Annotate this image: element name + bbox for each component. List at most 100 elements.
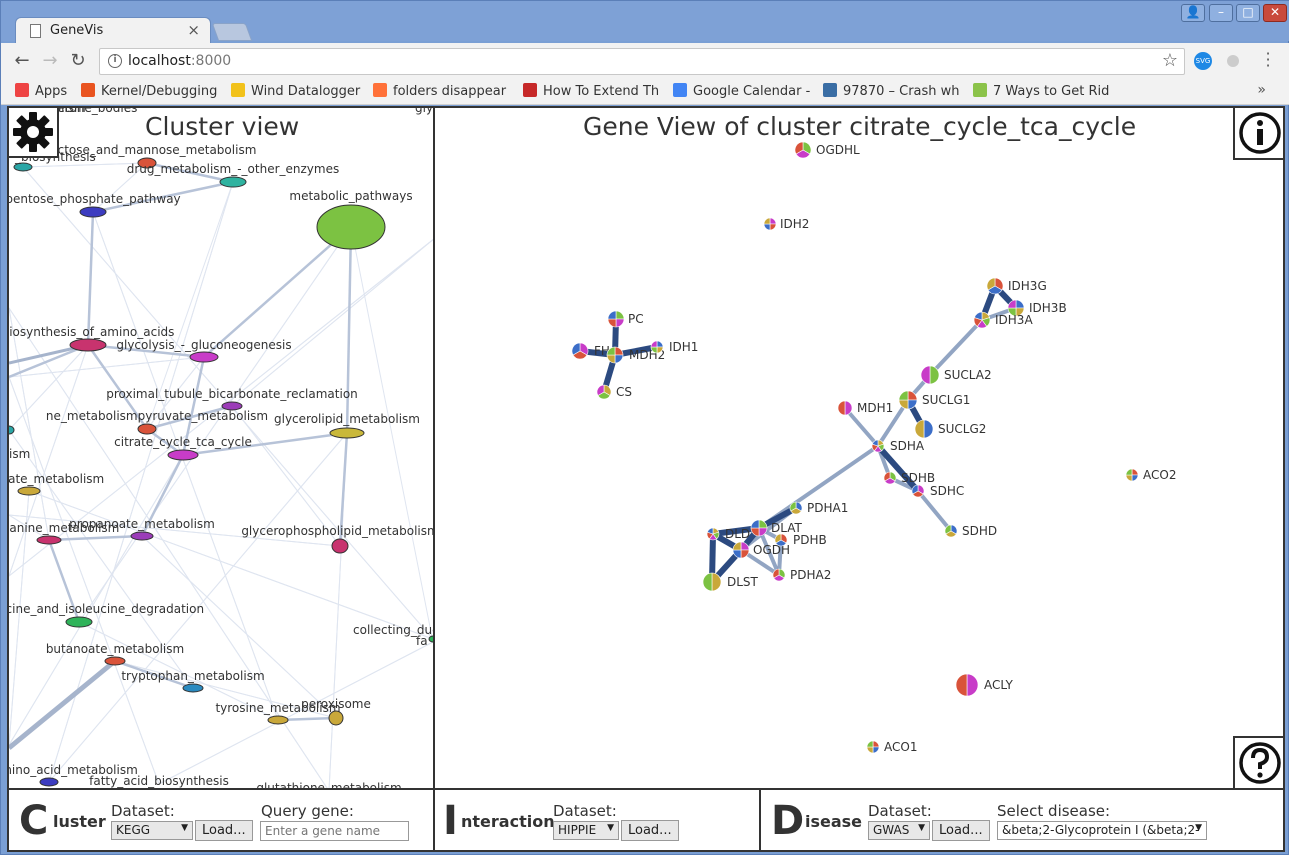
bookmark-0[interactable]: Apps [15, 83, 75, 99]
cluster-edge [9, 659, 117, 750]
cluster-node[interactable] [331, 538, 349, 554]
bookmarks-more-button[interactable]: » [1257, 82, 1266, 98]
bookmark-4[interactable]: How To Extend Th [523, 83, 663, 99]
bookmark-1[interactable]: Kernel/Debugging [81, 83, 221, 99]
gene-node[interactable]: PDHB [774, 533, 827, 547]
back-icon[interactable]: ← [11, 50, 33, 72]
gene-node[interactable]: OGDHL [794, 141, 860, 159]
maximize-button[interactable]: □ [1236, 4, 1260, 22]
svg-extension-icon[interactable]: SVG [1194, 52, 1212, 70]
extension-icon[interactable] [1227, 55, 1239, 67]
gene-node[interactable]: ACO2 [1125, 468, 1176, 482]
gene-node[interactable]: SDHD [944, 524, 997, 538]
gene-label: PDHA1 [807, 501, 848, 515]
cluster-node[interactable] [17, 486, 41, 496]
cluster-graph[interactable]: ctose_and_mannose_metabolism_biosynthesi… [9, 108, 435, 788]
gene-label: PC [628, 312, 644, 326]
gene-node[interactable]: SDHB [883, 471, 935, 485]
cluster-load-button[interactable]: Load... [195, 820, 253, 841]
interaction-load-button[interactable]: Load... [621, 820, 679, 841]
cluster-node[interactable] [189, 351, 219, 363]
help-button[interactable] [1233, 736, 1283, 788]
gene-node[interactable]: PC [607, 310, 644, 328]
cluster-node-label: tryptophan_metabolism [121, 669, 264, 683]
bookmark-2[interactable]: Wind Datalogger [231, 83, 371, 99]
cluster-node-label: metabolic_pathways [289, 189, 412, 203]
cluster-node[interactable] [69, 338, 107, 352]
cluster-node[interactable] [267, 715, 289, 725]
cluster-node[interactable] [9, 425, 15, 435]
menu-icon[interactable]: · · · [1263, 46, 1273, 74]
bookmark-7[interactable]: 7 Ways to Get Rid [973, 83, 1113, 99]
chevron-down-icon: ▼ [1195, 823, 1202, 833]
gene-node[interactable]: PDHA2 [772, 568, 831, 582]
cluster-node-label: glutathione_metabolism [256, 781, 401, 788]
gene-node[interactable]: MDH1 [837, 400, 893, 416]
gene-node[interactable]: ACLY [955, 673, 1013, 697]
tab-close-icon[interactable]: × [187, 21, 200, 39]
cluster-node-label: citrate_cycle_tca_cycle [114, 435, 252, 449]
address-bar[interactable]: i localhost:8000 ☆ [99, 48, 1185, 75]
gene-node-slice [769, 223, 777, 231]
gene-node[interactable]: SUCLG2 [914, 419, 986, 439]
forward-icon[interactable]: → [39, 50, 61, 72]
cluster-node[interactable] [328, 710, 344, 726]
cluster-node[interactable] [316, 204, 386, 250]
cluster-node[interactable] [13, 162, 33, 172]
cluster-view-panel[interactable]: ctose_and_mannose_metabolism_biosynthesi… [9, 108, 435, 788]
minimize-button[interactable]: – [1209, 4, 1233, 22]
tab-genevis[interactable]: GeneVis × [15, 17, 211, 43]
cluster-node[interactable] [219, 176, 247, 188]
cluster-node[interactable] [36, 535, 62, 545]
gene-node[interactable]: CS [596, 384, 632, 400]
reload-icon[interactable]: ↻ [67, 50, 89, 72]
gene-node[interactable]: DLD [706, 527, 750, 541]
gene-node[interactable]: IDH1 [650, 340, 698, 354]
new-tab-button[interactable] [211, 23, 253, 41]
disease-load-button[interactable]: Load... [932, 820, 990, 841]
gene-node[interactable]: SDHC [911, 484, 964, 498]
gene-node[interactable]: SUCLA2 [920, 365, 992, 385]
cluster-node[interactable] [130, 531, 154, 541]
gene-node[interactable]: IDH3A [973, 311, 1033, 329]
cluster-node[interactable] [329, 427, 365, 439]
gene-node[interactable]: PDHA1 [789, 501, 848, 515]
cluster-node[interactable] [104, 656, 126, 666]
bookmark-favicon-icon [973, 83, 987, 97]
page-icon [30, 24, 41, 38]
disease-select[interactable]: &beta;2-Glycoprotein I (&beta;2- ▼ [997, 821, 1207, 840]
gene-label: IDH3B [1029, 301, 1067, 315]
cluster-node-label: fatty_acid_biosynthesis [89, 774, 229, 788]
cluster-node[interactable] [65, 616, 93, 628]
bookmark-label: Wind Datalogger [251, 84, 361, 99]
gene-node[interactable]: SDHA [871, 439, 925, 453]
gene-node[interactable]: DLST [702, 572, 759, 592]
disease-letter: D [771, 798, 805, 844]
gene-graph[interactable]: OGDHLIDH2IDH3GIDH3BIDH3APCFH MDH2IDH1CSSU… [435, 108, 1285, 788]
cluster-dataset-select[interactable]: KEGG ▼ [111, 821, 193, 840]
cluster-node-label: glycolysis_-_gluconeogenesis [116, 338, 291, 352]
cluster-node[interactable] [182, 683, 204, 693]
query-gene-input[interactable] [260, 821, 409, 841]
gene-node[interactable]: IDH2 [763, 217, 809, 231]
info-icon[interactable]: i [108, 54, 122, 68]
close-window-button[interactable]: ✕ [1263, 4, 1287, 22]
interaction-dataset-select[interactable]: HIPPIE ▼ [553, 821, 619, 840]
gene-view-panel[interactable]: OGDHL IDH2 IDH3G IDH3B IDH3A PC FH MDH2 IDH1 CS SU… [435, 108, 1285, 788]
gene-label: SUCLA2 [944, 368, 992, 382]
bookmark-star-icon[interactable]: ☆ [1162, 50, 1178, 71]
settings-button[interactable] [9, 108, 59, 158]
profile-button[interactable]: 👤 [1181, 4, 1205, 22]
gene-node[interactable]: ACO1 [866, 740, 917, 754]
cluster-node[interactable] [167, 449, 199, 461]
cluster-node[interactable] [79, 206, 107, 218]
gene-node[interactable]: SUCLG1 [898, 390, 970, 410]
bookmark-6[interactable]: 97870 – Crash wh [823, 83, 963, 99]
gene-node[interactable]: IDH3G [986, 277, 1047, 295]
disease-dataset-select[interactable]: GWAS ▼ [868, 821, 930, 840]
bookmark-3[interactable]: folders disappear [373, 83, 513, 99]
bookmark-5[interactable]: Google Calendar - [673, 83, 813, 99]
info-button[interactable] [1233, 108, 1283, 160]
cluster-node[interactable] [39, 777, 59, 787]
cluster-node[interactable] [137, 423, 157, 435]
